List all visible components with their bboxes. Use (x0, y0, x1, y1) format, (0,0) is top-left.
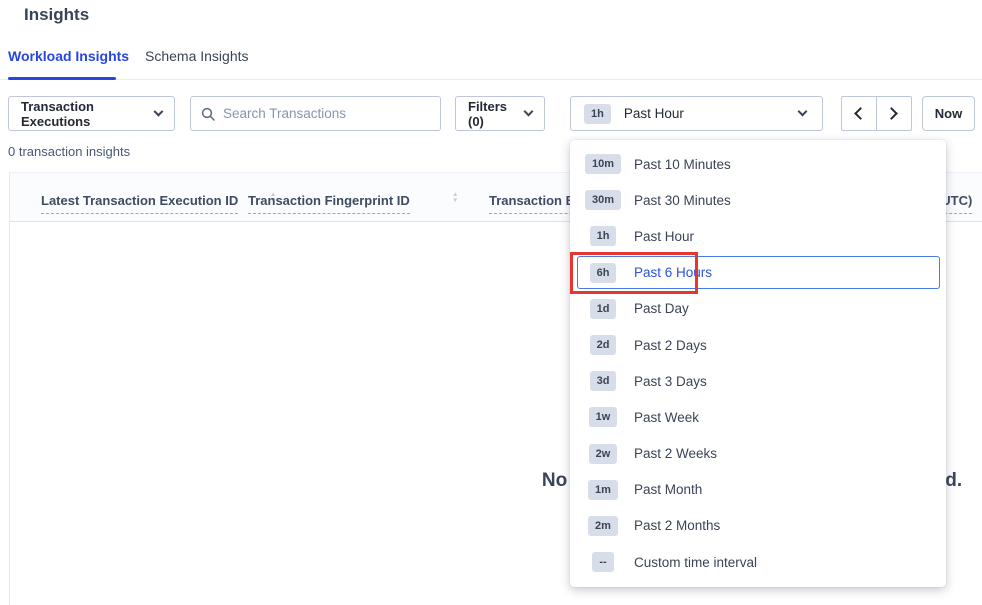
interval-label: Past 6 Hours (634, 265, 712, 280)
previous-range-button[interactable] (842, 97, 877, 130)
page-title: Insights (24, 5, 89, 25)
results-count: 0 transaction insights (8, 144, 130, 159)
interval-label: Past Month (634, 482, 702, 497)
menu-item-past-10-minutes[interactable]: 10m Past 10 Minutes (570, 146, 946, 182)
now-label: Now (935, 106, 962, 121)
table-left-border (9, 172, 10, 605)
filters-label: Filters (0) (468, 99, 525, 129)
sort-icon[interactable]: ▲▼ (452, 192, 458, 204)
interval-badge: -- (592, 552, 613, 572)
insights-page: Insights Workload Insights Schema Insigh… (0, 0, 982, 605)
tab-schema-insights[interactable]: Schema Insights (145, 48, 249, 64)
interval-badge: 2d (590, 335, 617, 355)
interval-badge: 3d (590, 371, 617, 391)
chevron-down-icon (524, 107, 534, 117)
active-tab-underline (8, 77, 116, 80)
interval-label: Past Hour (634, 229, 694, 244)
interval-badge: 2w (589, 444, 618, 464)
interval-badge: 30m (585, 190, 621, 210)
interval-label: Past 2 Months (634, 518, 720, 533)
interval-label: Past 10 Minutes (634, 157, 731, 172)
search-icon (201, 107, 215, 121)
search-box[interactable] (190, 96, 441, 131)
chevron-left-icon (854, 107, 867, 120)
interval-badge: 1m (588, 480, 618, 500)
time-interval-dropdown: 10m Past 10 Minutes 30m Past 30 Minutes … (570, 140, 946, 587)
menu-item-past-2-weeks[interactable]: 2w Past 2 Weeks (570, 436, 946, 472)
menu-item-custom-time-interval[interactable]: -- Custom time interval (570, 544, 946, 580)
time-interval-label: Past Hour (624, 106, 684, 121)
tab-bar: Workload Insights Schema Insights (0, 44, 982, 80)
menu-item-past-hour[interactable]: 1h Past Hour (570, 218, 946, 254)
menu-item-past-2-days[interactable]: 2d Past 2 Days (570, 327, 946, 363)
time-range-arrows (841, 96, 912, 131)
chevron-right-icon (885, 107, 898, 120)
chevron-down-icon (798, 107, 808, 117)
interval-badge: 6h (590, 263, 617, 283)
interval-label: Past 2 Weeks (634, 446, 717, 461)
focus-ring (577, 256, 940, 289)
menu-item-past-30-minutes[interactable]: 30m Past 30 Minutes (570, 182, 946, 218)
interval-label: Past Week (634, 410, 699, 425)
menu-item-past-3-days[interactable]: 3d Past 3 Days (570, 363, 946, 399)
interval-badge: 1w (589, 407, 618, 427)
time-interval-badge: 1h (584, 104, 611, 124)
column-header-latest-transaction-execution-id[interactable]: Latest Transaction Execution ID (41, 193, 238, 214)
filters-button[interactable]: Filters (0) (455, 96, 545, 131)
interval-label: Past Day (634, 301, 689, 316)
menu-item-past-2-months[interactable]: 2m Past 2 Months (570, 508, 946, 544)
workload-type-label: Transaction Executions (21, 99, 155, 129)
menu-item-past-day[interactable]: 1d Past Day (570, 291, 946, 327)
interval-label: Custom time interval (634, 555, 757, 570)
next-range-button[interactable] (877, 97, 912, 130)
interval-badge: 2m (588, 516, 618, 536)
interval-badge: 10m (585, 154, 621, 174)
interval-label: Past 30 Minutes (634, 193, 731, 208)
workload-type-select[interactable]: Transaction Executions (8, 96, 175, 131)
now-button[interactable]: Now (922, 96, 975, 131)
menu-item-past-month[interactable]: 1m Past Month (570, 472, 946, 508)
menu-item-past-6-hours[interactable]: 6h Past 6 Hours (570, 255, 946, 291)
search-input[interactable] (223, 106, 430, 121)
interval-badge: 1d (590, 299, 617, 319)
time-interval-select[interactable]: 1h Past Hour (570, 96, 823, 131)
column-header-transaction-fingerprint-id[interactable]: Transaction Fingerprint ID (248, 193, 410, 214)
menu-item-past-week[interactable]: 1w Past Week (570, 399, 946, 435)
tab-workload-insights[interactable]: Workload Insights (8, 48, 129, 64)
interval-label: Past 2 Days (634, 338, 707, 353)
interval-badge: 1h (590, 226, 617, 246)
interval-label: Past 3 Days (634, 374, 707, 389)
